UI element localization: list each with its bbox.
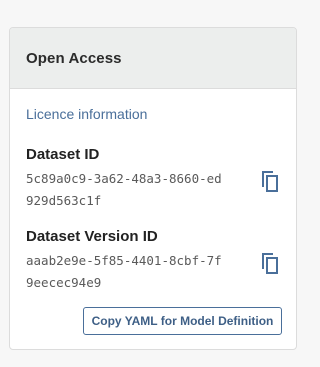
copy-yaml-button[interactable]: Copy YAML for Model Definition <box>83 307 282 335</box>
dataset-version-id-value: aaab2e9e-5f85-4401-8cbf-7f9eecec94e9 <box>26 253 222 290</box>
dataset-id-label: Dataset ID <box>26 146 100 163</box>
open-access-card: Open Access Licence information Dataset … <box>9 27 297 350</box>
dataset-version-id-field: Dataset Version ID aaab2e9e-5f85-4401-8c… <box>26 228 282 294</box>
dataset-version-id-label: Dataset Version ID <box>26 228 158 245</box>
card-title: Open Access <box>26 49 122 67</box>
copy-dataset-version-id-icon[interactable] <box>258 250 282 276</box>
dataset-id-value: 5c89a0c9-3a62-48a3-8660-ed929d563c1f <box>26 171 222 208</box>
licence-information-link[interactable]: Licence information <box>26 106 147 122</box>
copy-dataset-id-icon[interactable] <box>258 168 282 194</box>
card-header: Open Access <box>10 28 296 89</box>
dataset-id-field: Dataset ID 5c89a0c9-3a62-48a3-8660-ed929… <box>26 146 282 212</box>
